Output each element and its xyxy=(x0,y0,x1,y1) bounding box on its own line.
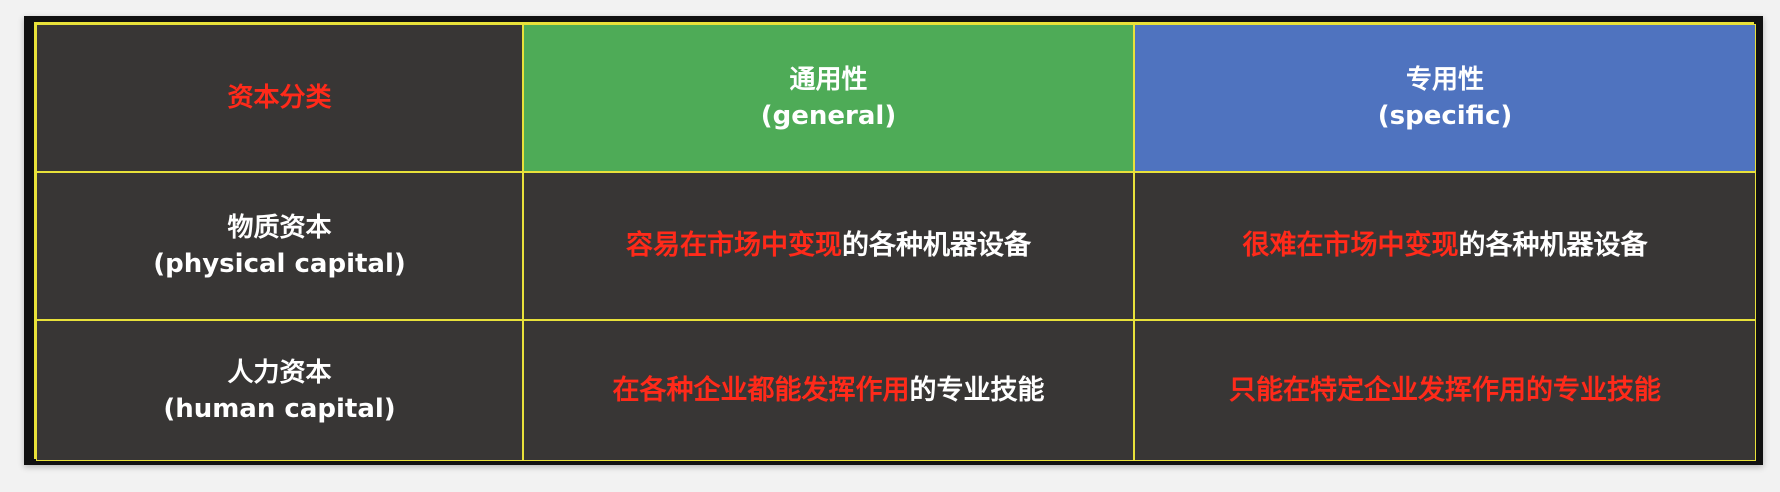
header-specific-cn: 专用性 xyxy=(1405,65,1484,95)
row-human-label-cn: 人力资本 xyxy=(227,357,332,388)
header-general-cn: 通用性 xyxy=(789,65,868,95)
header-general-en: (general) xyxy=(760,101,897,131)
header-specific-en: (specific) xyxy=(1377,101,1513,131)
header-general-cell: 通用性 (general) xyxy=(523,24,1134,172)
header-category-label: 资本分类 xyxy=(227,83,332,113)
row-human-label-en: (human capital) xyxy=(163,393,396,424)
row-human-general-cell: 在各种企业都能发挥作用的专业技能 xyxy=(523,320,1134,461)
row-physical-general-rest: 的各种机器设备 xyxy=(842,230,1031,261)
row-physical-specific-cell: 很难在市场中变现的各种机器设备 xyxy=(1134,172,1756,320)
row-physical-specific-rest: 的各种机器设备 xyxy=(1458,230,1648,261)
row-physical-label-cn: 物质资本 xyxy=(227,213,332,243)
row-physical-general-cell: 容易在市场中变现的各种机器设备 xyxy=(523,172,1134,320)
capital-classification-table: 资本分类 通用性 (general) 专用性 (specific) 物质资本 (… xyxy=(34,22,1756,461)
row-physical-label-en: (physical capital) xyxy=(153,249,406,279)
header-category-cell: 资本分类 xyxy=(36,24,523,172)
row-human-label-cell: 人力资本 (human capital) xyxy=(36,320,523,461)
row-human-general-highlight: 在各种企业都能发挥作用 xyxy=(612,374,910,406)
header-specific-cell: 专用性 (specific) xyxy=(1134,24,1756,172)
row-physical-specific-highlight: 很难在市场中变现 xyxy=(1242,230,1459,261)
row-physical-label-cell: 物质资本 (physical capital) xyxy=(36,172,523,320)
row-human-specific-cell: 只能在特定企业发挥作用的专业技能 xyxy=(1134,320,1756,461)
capital-classification-table-frame: 资本分类 通用性 (general) 专用性 (specific) 物质资本 (… xyxy=(24,16,1763,465)
row-human-general-rest: 的专业技能 xyxy=(909,374,1045,406)
row-human-specific-highlight: 只能在特定企业发挥作用的专业技能 xyxy=(1229,374,1661,406)
row-physical-general-highlight: 容易在市场中变现 xyxy=(626,230,842,261)
